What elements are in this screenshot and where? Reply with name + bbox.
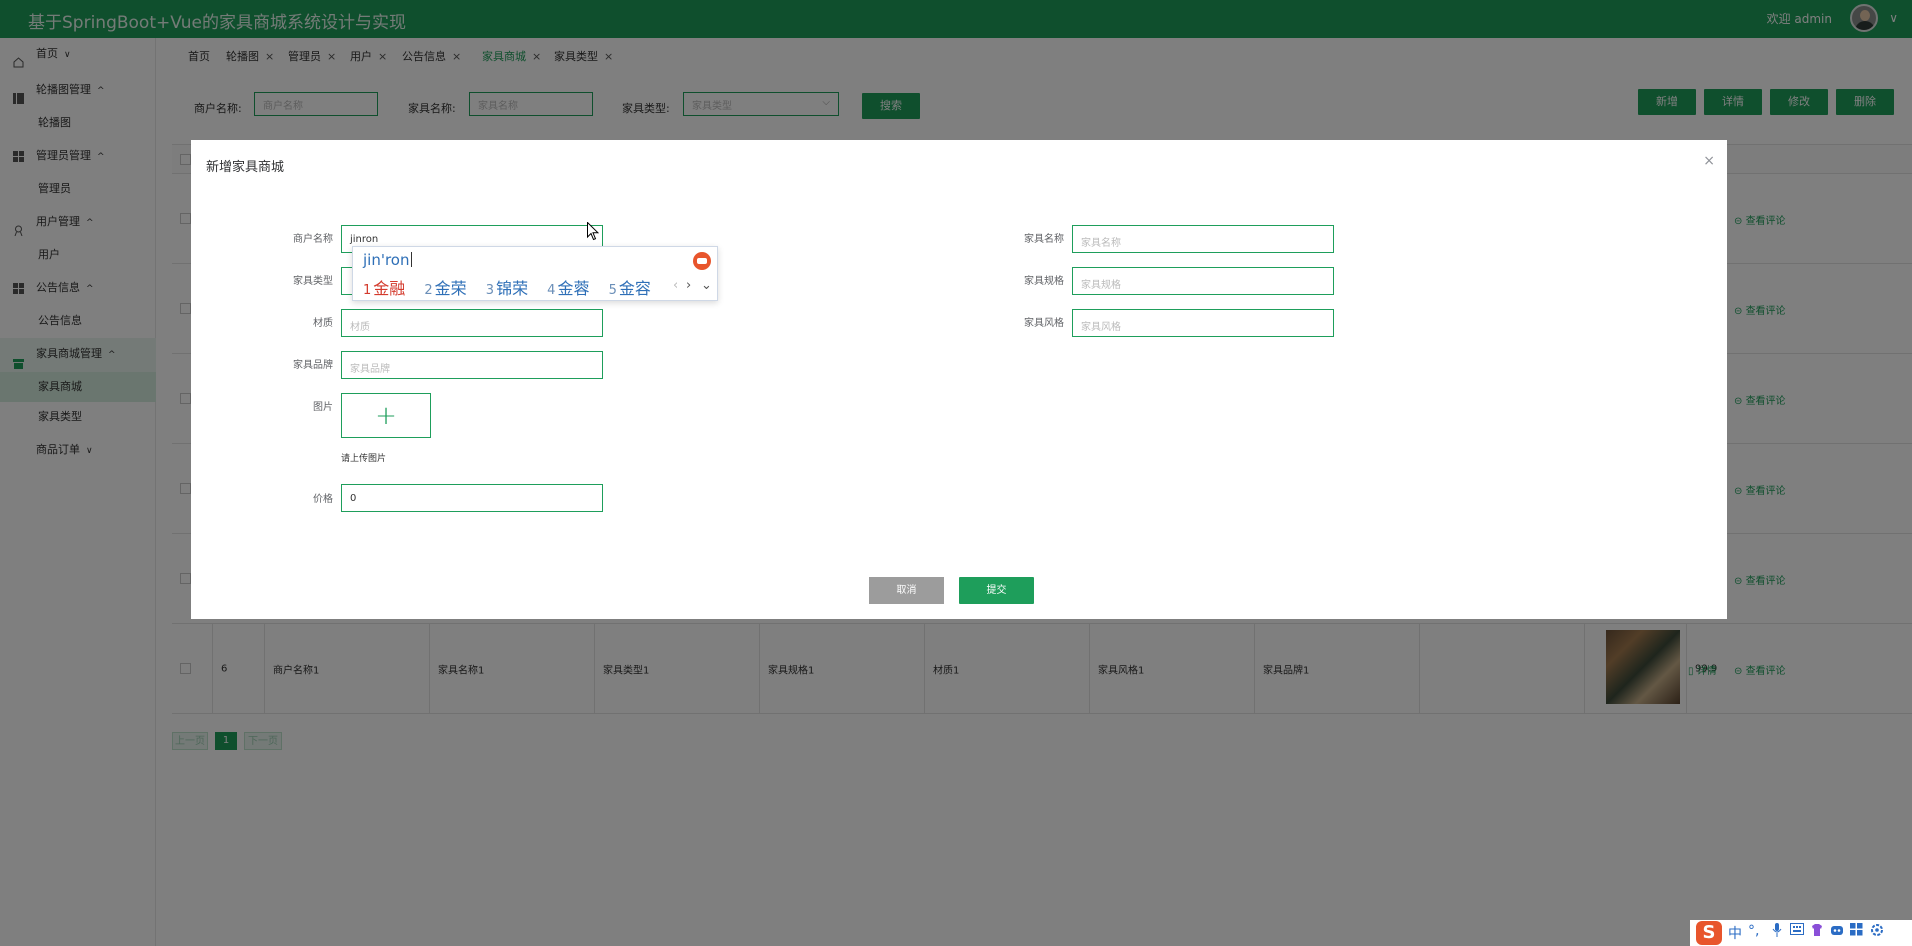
lang-toggle[interactable]: 中 xyxy=(1728,923,1742,943)
candidate-text: 锦荣 xyxy=(496,279,529,298)
plus-icon: + xyxy=(375,400,397,431)
add-furniture-dialog: 新增家具商城 × 商户名称 jinron 家具类型 材质 材质 家具品牌 家具品… xyxy=(191,140,1727,619)
ime-candidate[interactable]: 4 金蓉 xyxy=(547,275,589,299)
spec-label: 家具规格 xyxy=(1024,276,1064,287)
brand-field[interactable]: 家具品牌 xyxy=(341,351,603,379)
brand-label: 家具品牌 xyxy=(293,360,333,371)
ime-candidate[interactable]: 2 金荣 xyxy=(424,275,466,299)
ime-logo-icon[interactable] xyxy=(693,252,711,270)
ime-candidate[interactable]: 3 锦荣 xyxy=(486,275,528,299)
material-label: 材质 xyxy=(313,318,333,329)
candidate-text: 金容 xyxy=(618,279,651,298)
price-label: 价格 xyxy=(313,494,333,505)
merchant-label: 商户名称 xyxy=(293,234,333,245)
chevron-right-icon[interactable]: › xyxy=(686,278,691,293)
dialog-title: 新增家具商城 xyxy=(206,160,285,175)
ime-toolbar: S 中 °, xyxy=(1690,920,1912,946)
ime-composition: jin'ron xyxy=(363,251,410,269)
sogou-logo-icon[interactable]: S xyxy=(1696,921,1722,945)
candidate-text: 金融 xyxy=(373,279,406,298)
type-label: 家具类型 xyxy=(293,276,333,287)
chevron-left-icon[interactable]: ‹ xyxy=(673,278,678,293)
ime-candidate[interactable]: 5 金容 xyxy=(609,275,651,299)
punct-toggle[interactable]: °, xyxy=(1748,923,1759,939)
candidate-text: 金蓉 xyxy=(557,279,590,298)
toolbox-grid-icon[interactable] xyxy=(1850,923,1863,940)
candidate-number: 1 xyxy=(363,283,372,298)
style-field[interactable]: 家具风格 xyxy=(1072,309,1334,337)
robot-icon[interactable] xyxy=(1830,923,1844,941)
microphone-icon[interactable] xyxy=(1772,923,1782,941)
ime-candidates: 1 金融 2 金荣 3 锦荣 4 金蓉 5 金容 xyxy=(363,275,665,299)
price-field[interactable]: 0 xyxy=(341,484,603,512)
candidate-number: 3 xyxy=(485,283,495,298)
submit-button[interactable]: 提交 xyxy=(959,577,1034,604)
upload-hint: 请上传图片 xyxy=(341,454,387,464)
spec-field[interactable]: 家具规格 xyxy=(1072,267,1334,295)
settings-icon[interactable] xyxy=(1870,923,1884,941)
close-icon[interactable]: × xyxy=(1703,153,1715,169)
style-label: 家具风格 xyxy=(1024,318,1064,329)
ime-candidate[interactable]: 1 金融 xyxy=(363,275,405,299)
material-field[interactable]: 材质 xyxy=(341,309,603,337)
keyboard-icon[interactable] xyxy=(1790,923,1804,939)
image-label: 图片 xyxy=(313,402,333,413)
skin-icon[interactable] xyxy=(1810,923,1824,941)
candidate-number: 4 xyxy=(547,283,556,298)
name-field[interactable]: 家具名称 xyxy=(1072,225,1334,253)
ime-candidate-popup: jin'ron 1 金融 2 金荣 3 锦荣 4 金蓉 5 金容 ‹ › ⌄ xyxy=(352,246,718,301)
candidate-text: 金荣 xyxy=(434,279,467,298)
image-upload[interactable]: + xyxy=(341,393,431,438)
candidate-number: 5 xyxy=(608,283,617,298)
candidate-number: 2 xyxy=(424,283,433,298)
name-label: 家具名称 xyxy=(1024,234,1064,245)
cancel-button[interactable]: 取消 xyxy=(869,577,944,604)
expand-icon[interactable]: ⌄ xyxy=(701,278,712,293)
